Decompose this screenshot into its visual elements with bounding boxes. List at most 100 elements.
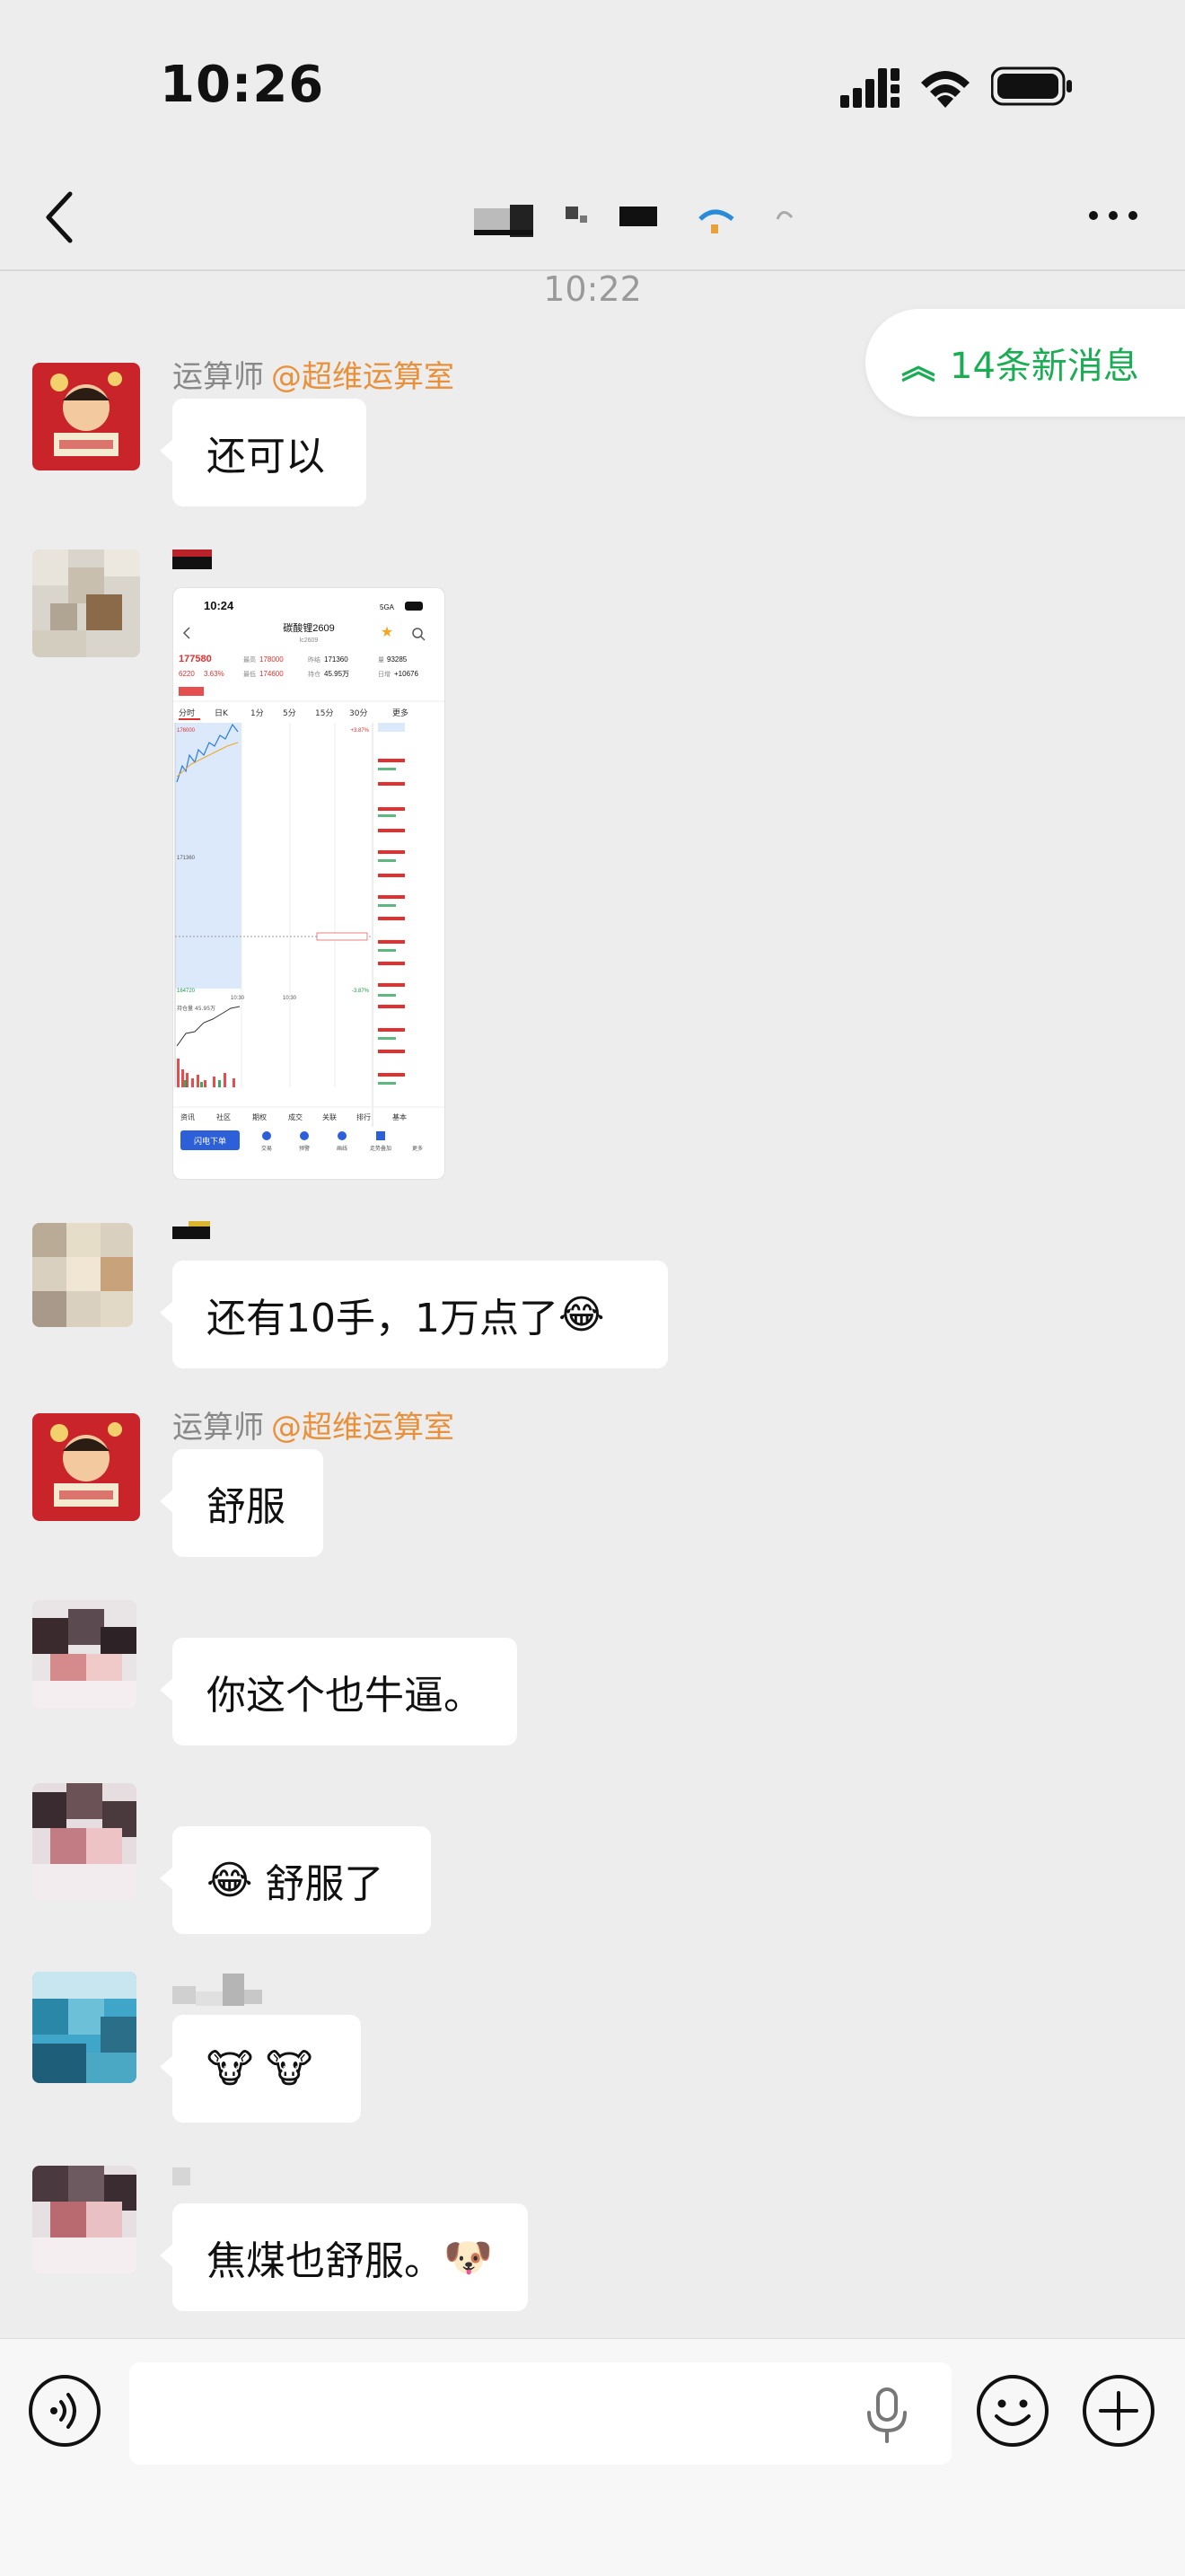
screenshot-bottom-tab: 期权 <box>252 1112 267 1121</box>
screenshot-time: 10:24 <box>204 599 234 612</box>
tears-of-joy-emoji: 😂 <box>206 1857 253 1903</box>
screenshot-bottom-tab: 社区 <box>216 1112 231 1121</box>
screenshot-settle-label: 昨结 <box>308 655 320 664</box>
sender-name-mosaic <box>172 549 212 569</box>
screenshot-bottom-tab: 资讯 <box>180 1112 195 1121</box>
screenshot-action-icon-label: 更多 <box>412 1145 423 1152</box>
screenshot-time-start: 10:30 <box>231 996 245 1001</box>
screenshot-last-price: 177580 <box>179 654 212 664</box>
microphone-icon[interactable] <box>862 2386 912 2443</box>
screenshot-tab: 1分 <box>250 708 264 718</box>
avatar[interactable] <box>32 1600 136 1708</box>
screenshot-oi-label: 持仓 <box>308 670 320 678</box>
screenshot-action-icon-label: 画线 <box>337 1145 347 1152</box>
status-bar: 10:26 <box>0 0 1185 162</box>
screenshot-code: lc2609 <box>300 637 319 644</box>
avatar[interactable] <box>32 549 140 657</box>
sender-name-mosaic <box>172 1221 210 1239</box>
screenshot-tab: 日K <box>215 708 229 718</box>
screenshot-bottom-tab: 成交 <box>288 1112 303 1121</box>
screenshot-axis-top: 178000 <box>177 728 196 734</box>
screenshot-tab: 更多 <box>392 708 408 718</box>
sender-name: 运算师 @超维运算室 <box>172 1402 454 1446</box>
new-messages-button[interactable]: ︽ 14条新消息 <box>865 309 1185 417</box>
voice-input-icon[interactable] <box>27 2373 102 2449</box>
screenshot-tab: 15分 <box>315 708 333 718</box>
message-text: 还有10手，1万点了 <box>206 1296 558 1341</box>
screenshot-open-interest: 45.95万 <box>324 670 349 678</box>
more-options-icon[interactable] <box>1086 207 1140 224</box>
svg-text:★: ★ <box>381 623 393 640</box>
screenshot-time-end: 10:30 <box>283 996 297 1001</box>
avatar[interactable] <box>32 2166 136 2273</box>
screenshot-daily-add-label: 日增 <box>378 670 391 678</box>
sender-name: 运算师 @超维运算室 <box>172 352 454 396</box>
cow-face-emoji: 🐮 🐮 <box>206 2045 313 2092</box>
screenshot-axis-bottom: 164720 <box>177 989 196 994</box>
screenshot-volume-label: 量 <box>378 656 384 664</box>
message-text: 舒服 <box>206 1484 285 1530</box>
screenshot-tab: 5分 <box>283 708 296 718</box>
message-bubble[interactable]: 舒服 <box>160 1449 323 1557</box>
avatar[interactable] <box>32 1972 136 2083</box>
screenshot-tab: 30分 <box>349 708 367 718</box>
message-bubble[interactable]: 🐮 🐮 <box>160 2015 361 2123</box>
message-bubble[interactable]: 还可以 <box>160 399 366 506</box>
double-chevron-up-icon: ︽ <box>901 346 936 386</box>
screenshot-action-button: 闪电下单 <box>194 1136 226 1147</box>
avatar[interactable] <box>32 363 140 470</box>
redacted-title-mosaic <box>474 205 794 237</box>
cellular-signal-icon <box>840 68 900 108</box>
screenshot-axis-top-pct: +3.87% <box>350 728 369 734</box>
message-bubble[interactable]: 焦煤也舒服。 🐶 <box>160 2203 528 2311</box>
screenshot-bottom-tab: 排行 <box>356 1112 371 1121</box>
message-input-bar <box>0 2338 1185 2576</box>
wifi-icon <box>921 71 970 108</box>
message-bubble[interactable]: 😂 舒服了 <box>160 1826 431 1934</box>
screenshot-axis-mid: 171360 <box>177 856 196 861</box>
status-time: 10:26 <box>160 56 325 114</box>
screenshot-action-icon-label: 预警 <box>299 1145 310 1152</box>
screenshot-bottom-tab: 关联 <box>322 1112 337 1121</box>
screenshot-high: 178000 <box>259 655 284 664</box>
sender-name-mosaic <box>172 2167 190 2185</box>
sender-nickname: 运算师 <box>172 359 264 395</box>
battery-icon <box>991 66 1072 106</box>
screenshot-high-label: 最高 <box>243 655 256 664</box>
doge-emoji: 🐶 <box>443 2235 493 2281</box>
screenshot-action-icon-label: 交易 <box>261 1145 272 1152</box>
screenshot-low: 174600 <box>259 670 284 678</box>
screenshot-volume: 93285 <box>387 655 408 664</box>
emoji-icon[interactable] <box>975 2373 1050 2449</box>
avatar[interactable] <box>32 1223 133 1327</box>
message-text: 你这个也牛逼。 <box>206 1673 483 1719</box>
sender-nickname: 运算师 <box>172 1410 264 1446</box>
message-timestamp: 10:22 <box>543 269 642 309</box>
message-text: 还可以 <box>206 434 325 479</box>
message-bubble[interactable]: 你这个也牛逼。 <box>160 1638 517 1745</box>
screenshot-tab: 分时 <box>179 708 195 718</box>
screenshot-sub-label: 持仓量 45.95万 <box>177 1005 215 1012</box>
sender-mention: @超维运算室 <box>271 1410 454 1446</box>
sender-mention: @超维运算室 <box>271 359 454 395</box>
screenshot-settle: 171360 <box>324 655 348 664</box>
back-arrow-icon[interactable] <box>36 189 86 246</box>
screenshot-change: 6220 <box>179 670 195 678</box>
message-bubble[interactable]: 还有10手，1万点了 😂 <box>160 1261 668 1368</box>
screenshot-low-label: 最低 <box>243 670 256 678</box>
avatar[interactable] <box>32 1413 140 1521</box>
new-messages-label: 14条新消息 <box>950 346 1139 387</box>
tears-of-joy-emoji: 😂 <box>557 1291 605 1338</box>
message-text: 焦煤也舒服。 <box>206 2238 443 2284</box>
screenshot-action-icon-label: 走势叠加 <box>370 1145 391 1152</box>
shared-screenshot-image[interactable]: 10:24 5GA 碳酸锂2609 lc2609 ★ 177580 6220 3… <box>172 587 445 1180</box>
screenshot-daily-add: +10676 <box>394 670 418 678</box>
screenshot-contract: 碳酸锂2609 <box>283 621 334 634</box>
avatar[interactable] <box>32 1783 136 1900</box>
message-input[interactable] <box>129 2362 952 2465</box>
chat-header <box>0 162 1185 271</box>
plus-icon[interactable] <box>1081 2373 1156 2449</box>
screenshot-axis-bottom-pct: -3.87% <box>352 989 370 994</box>
screenshot-network: 5GA <box>380 603 395 611</box>
screenshot-bottom-tab: 基本 <box>392 1112 407 1121</box>
